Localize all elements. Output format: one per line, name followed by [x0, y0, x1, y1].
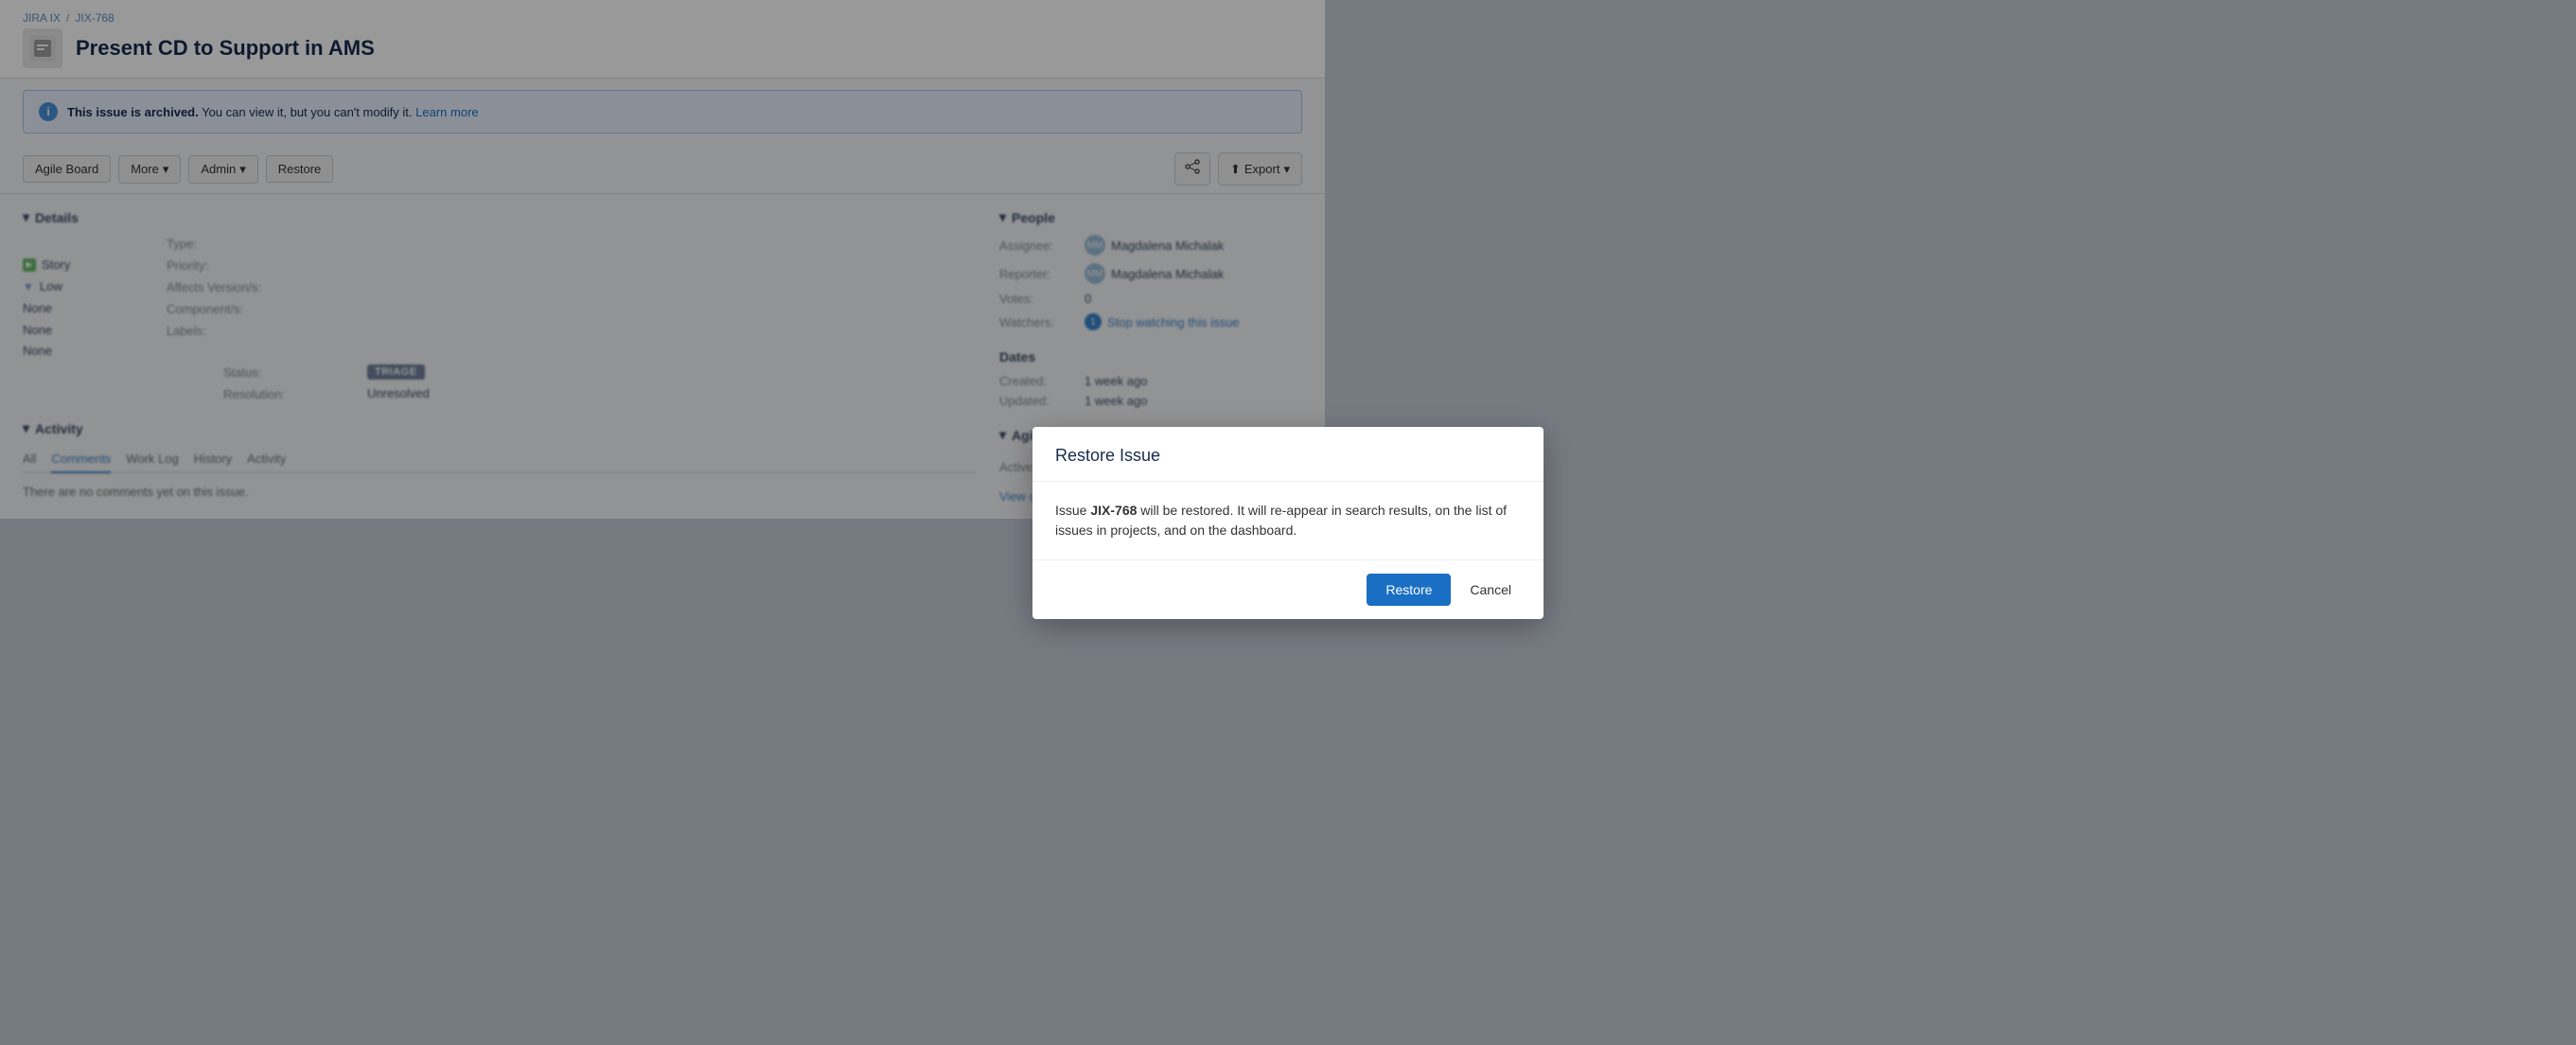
modal-overlay: Restore Issue Issue JIX-768 will be rest… [0, 0, 2576, 1045]
modal-issue-id: JIX-768 [1090, 503, 1137, 518]
modal-footer: Restore Cancel [1032, 560, 1544, 619]
modal-restore-button[interactable]: Restore [1367, 574, 1451, 606]
restore-modal: Restore Issue Issue JIX-768 will be rest… [1032, 427, 1544, 619]
modal-header: Restore Issue [1032, 427, 1544, 482]
modal-title: Restore Issue [1055, 446, 1521, 466]
modal-body: Issue JIX-768 will be restored. It will … [1032, 482, 1544, 560]
modal-cancel-button[interactable]: Cancel [1460, 576, 1521, 604]
